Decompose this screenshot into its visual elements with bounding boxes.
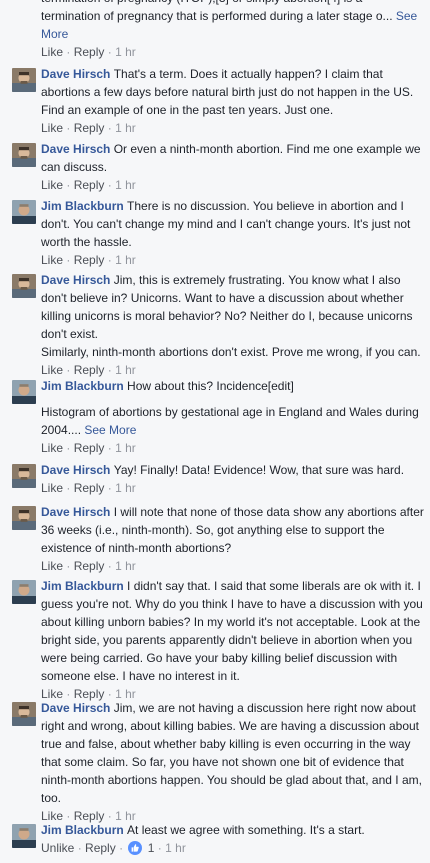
comment-actions: Like · Reply · 1 hr xyxy=(41,45,136,59)
reply-link[interactable]: Reply xyxy=(74,441,105,455)
comment-timestamp[interactable]: 1 hr xyxy=(115,253,136,267)
comment-author[interactable]: Jim Blackburn xyxy=(41,579,127,593)
comment-actions: Unlike · Reply · 1 · 1 hr xyxy=(41,841,186,855)
like-link[interactable]: Like xyxy=(41,45,63,59)
comment-timestamp[interactable]: 1 hr xyxy=(115,178,136,192)
comment-actions: Like · Reply · 1 hr xyxy=(41,253,136,267)
comment-timestamp[interactable]: 1 hr xyxy=(165,841,186,855)
comment-actions: Like · Reply · 1 hr xyxy=(41,481,136,495)
comment-body: Jim, we are not having a discussion here… xyxy=(41,701,422,805)
comment-text: Jim Blackburn I didn't say that. I said … xyxy=(41,577,424,685)
reply-link[interactable]: Reply xyxy=(74,363,105,377)
reply-link[interactable]: Reply xyxy=(74,481,105,495)
comment-actions: Like · Reply · 1 hr xyxy=(41,178,136,192)
comment-author[interactable]: Jim Blackburn xyxy=(41,199,127,213)
comment-timestamp[interactable]: 1 hr xyxy=(115,45,136,59)
unlike-link[interactable]: Unlike xyxy=(41,841,74,855)
comment-timestamp[interactable]: 1 hr xyxy=(115,121,136,135)
comment-author[interactable]: Dave Hirsch xyxy=(41,701,114,715)
avatar[interactable] xyxy=(12,274,36,298)
comment-timestamp[interactable]: 1 hr xyxy=(115,481,136,495)
like-link[interactable]: Like xyxy=(41,178,63,192)
avatar[interactable] xyxy=(12,506,36,530)
comment-author[interactable]: Jim Blackburn xyxy=(41,379,127,393)
comment-actions: Like · Reply · 1 hr xyxy=(41,441,136,455)
reply-link[interactable]: Reply xyxy=(74,178,105,192)
comment-text: Dave Hirsch Yay! Finally! Data! Evidence… xyxy=(41,461,424,479)
reply-link[interactable]: Reply xyxy=(74,559,105,573)
reply-link[interactable]: Reply xyxy=(74,45,105,59)
comment-text: Dave Hirsch That's a term. Does it actua… xyxy=(41,65,424,119)
comment-text: termination of pregnancy (ITOP),[3] or s… xyxy=(41,0,424,43)
comment-author[interactable]: Dave Hirsch xyxy=(41,142,114,156)
avatar[interactable] xyxy=(12,200,36,224)
comment-author[interactable]: Dave Hirsch xyxy=(41,463,114,477)
comment-timestamp[interactable]: 1 hr xyxy=(115,441,136,455)
avatar[interactable] xyxy=(12,143,36,167)
avatar[interactable] xyxy=(12,380,36,404)
comment-body: termination of pregnancy (ITOP),[3] or s… xyxy=(41,0,393,23)
like-link[interactable]: Like xyxy=(41,481,63,495)
like-link[interactable]: Like xyxy=(41,121,63,135)
comment-body: I didn't say that. I said that some libe… xyxy=(41,579,423,683)
avatar[interactable] xyxy=(12,824,36,848)
comment-text: Jim Blackburn At least we agree with som… xyxy=(41,821,424,839)
comment-text: Jim Blackburn There is no discussion. Yo… xyxy=(41,197,424,251)
comment-text: Dave Hirsch I will note that none of tho… xyxy=(41,503,424,557)
like-link[interactable]: Like xyxy=(41,559,63,573)
comment-author[interactable]: Dave Hirsch xyxy=(41,505,114,519)
comment-text: Jim Blackburn How about this? Incidence[… xyxy=(41,377,424,439)
see-more-link[interactable]: See More xyxy=(84,423,136,437)
avatar[interactable] xyxy=(12,702,36,726)
comment-actions: Like · Reply · 1 hr xyxy=(41,121,136,135)
avatar[interactable] xyxy=(12,464,36,488)
avatar[interactable] xyxy=(12,68,36,92)
comment-body: Yay! Finally! Data! Evidence! Wow, that … xyxy=(113,463,405,477)
reply-link[interactable]: Reply xyxy=(74,253,105,267)
comment-author[interactable]: Dave Hirsch xyxy=(41,273,114,287)
like-link[interactable]: Like xyxy=(41,253,63,267)
comment-author[interactable]: Jim Blackburn xyxy=(41,823,127,837)
reply-link[interactable]: Reply xyxy=(74,121,105,135)
comment-body: How about this? Incidence[edit] xyxy=(127,379,294,393)
comment-text: Dave Hirsch Jim, we are not having a dis… xyxy=(41,699,424,807)
comment-timestamp[interactable]: 1 hr xyxy=(115,363,136,377)
comment-actions: Like · Reply · 1 hr xyxy=(41,559,136,573)
comment-author[interactable]: Dave Hirsch xyxy=(41,67,114,81)
thumbs-up-icon[interactable] xyxy=(128,841,143,855)
comment-body: At least we agree with something. It's a… xyxy=(127,823,365,837)
reply-link[interactable]: Reply xyxy=(85,841,116,855)
comment-text: Dave Hirsch Jim, this is extremely frust… xyxy=(41,271,424,361)
comment-thread: termination of pregnancy (ITOP),[3] or s… xyxy=(0,0,430,863)
comment-text: Dave Hirsch Or even a ninth-month aborti… xyxy=(41,140,424,176)
comment-body-paragraph: Similarly, ninth-month abortions don't e… xyxy=(41,345,421,359)
like-link[interactable]: Like xyxy=(41,363,63,377)
comment-timestamp[interactable]: 1 hr xyxy=(115,559,136,573)
reaction-count[interactable]: 1 xyxy=(148,841,155,855)
avatar[interactable] xyxy=(12,580,36,604)
like-link[interactable]: Like xyxy=(41,441,63,455)
